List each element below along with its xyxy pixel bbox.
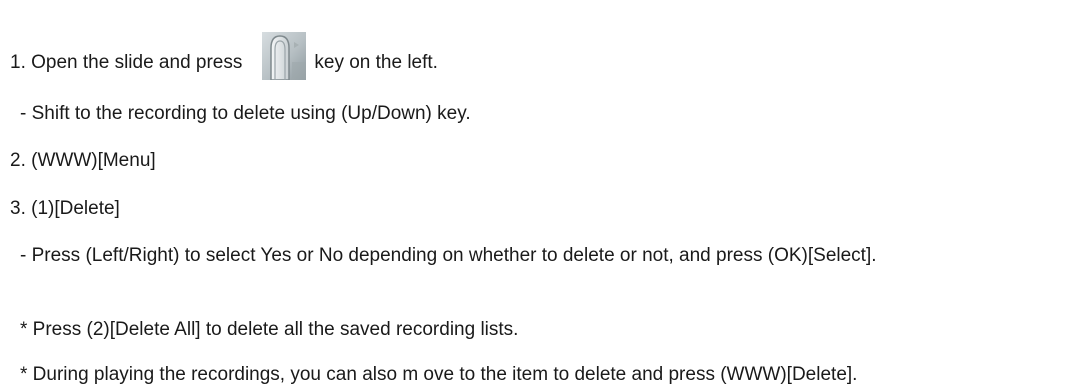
step-1-prefix: 1. Open the slide and press	[10, 52, 243, 73]
side-record-key-icon	[262, 32, 307, 81]
step-1: 1. Open the slide and press key on the l…	[10, 32, 438, 81]
step-3: 3. (1)[Delete]	[10, 198, 120, 219]
step-2: 2. (WWW)[Menu]	[10, 150, 156, 171]
step-1-note: - Shift to the recording to delete using…	[20, 103, 471, 124]
tip-delete-during-playback: * During playing the recordings, you can…	[20, 364, 858, 385]
step-1-suffix: key on the left.	[314, 52, 438, 73]
step-3-note: - Press (Left/Right) to select Yes or No…	[20, 245, 877, 266]
instruction-document: 1. Open the slide and press key on the l…	[0, 0, 1084, 392]
tip-delete-all: * Press (2)[Delete All] to delete all th…	[20, 319, 519, 340]
